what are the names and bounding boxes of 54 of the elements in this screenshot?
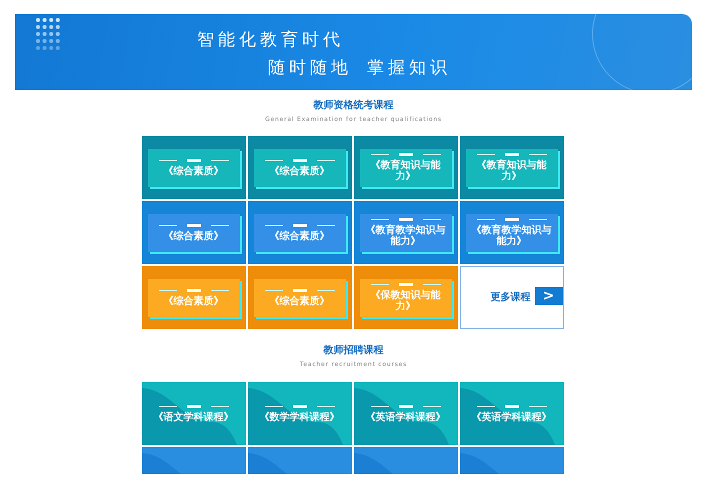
banner-slogan: 随时随地 <box>268 57 352 80</box>
divider-line-icon <box>158 224 228 226</box>
course-title: 《英语学科课程》 <box>366 412 446 422</box>
divider-line-icon <box>370 218 440 221</box>
course-card[interactable]: 《综合素质》 <box>248 136 352 199</box>
course-card[interactable]: 《教育教学知识与能力》 <box>460 201 564 264</box>
divider-line-icon <box>158 404 228 408</box>
dot-grid-icon <box>35 17 61 51</box>
course-card[interactable]: 《综合素质》 <box>142 201 246 264</box>
divider-line-icon <box>476 153 546 156</box>
divider-line-icon <box>264 158 334 162</box>
course-card[interactable]: 《综合素质》 <box>142 136 246 199</box>
course-card[interactable]: 《数学学科课程》 <box>248 382 352 445</box>
course-title: 《教育知识与能力》 <box>370 160 442 182</box>
course-card[interactable]: 《教育知识与能力》 <box>460 136 564 199</box>
divider-line-icon <box>264 224 334 226</box>
course-title: 《综合素质》 <box>270 166 330 176</box>
course-card[interactable]: 《英语学科课程》 <box>460 382 564 445</box>
section-title: 教师资格统考课程 <box>312 100 394 112</box>
course-title: 《综合素质》 <box>164 296 224 306</box>
more-courses-link[interactable]: 更多课程 <box>490 290 530 305</box>
divider-line-icon <box>158 288 228 292</box>
course-title: 《综合素质》 <box>270 230 330 242</box>
course-title: 《教育教学知识与能力》 <box>470 225 552 247</box>
course-card[interactable]: 《保教知识与能力》 <box>354 266 458 329</box>
course-title: 《保教知识与能力》 <box>370 290 442 312</box>
course-title: 《综合素质》 <box>164 166 224 176</box>
course-title: 《数学学科课程》 <box>260 412 340 422</box>
divider-line-icon <box>264 404 334 408</box>
divider-line-icon <box>476 218 546 221</box>
next-button[interactable]: > <box>534 287 562 305</box>
course-title: 《英语学科课程》 <box>472 412 552 422</box>
course-card[interactable]: 《综合素质》 <box>142 266 246 329</box>
divider-line-icon <box>370 153 440 156</box>
course-card[interactable]: 《英语学科课程》 <box>354 382 458 445</box>
course-card[interactable]: 《语文学科课程》 <box>142 382 246 445</box>
divider-line-icon <box>370 404 440 408</box>
banner-slogan: 掌握知识 <box>367 57 451 80</box>
divider-line-icon <box>264 288 334 292</box>
course-title: 《教育教学知识与能力》 <box>364 225 446 247</box>
divider-line-icon <box>158 158 228 162</box>
course-card[interactable]: 《教育教学知识与能力》 <box>354 201 458 264</box>
section-title: 教师招聘课程 <box>322 345 384 357</box>
banner-slogan: 智能化教育时代 <box>197 29 344 52</box>
course-card[interactable]: 更多课程 > <box>460 266 564 329</box>
course-title: 《综合素质》 <box>270 296 330 306</box>
course-card[interactable]: 《综合素质》 <box>248 201 352 264</box>
course-card[interactable]: 《教育知识与能力》 <box>354 136 458 199</box>
course-title: 《教育知识与能力》 <box>476 160 548 182</box>
course-title: 《综合素质》 <box>164 230 224 242</box>
course-title: 《语文学科课程》 <box>154 412 234 422</box>
course-card[interactable]: 《综合素质》 <box>248 266 352 329</box>
divider-line-icon <box>370 283 440 286</box>
divider-line-icon <box>476 404 546 408</box>
